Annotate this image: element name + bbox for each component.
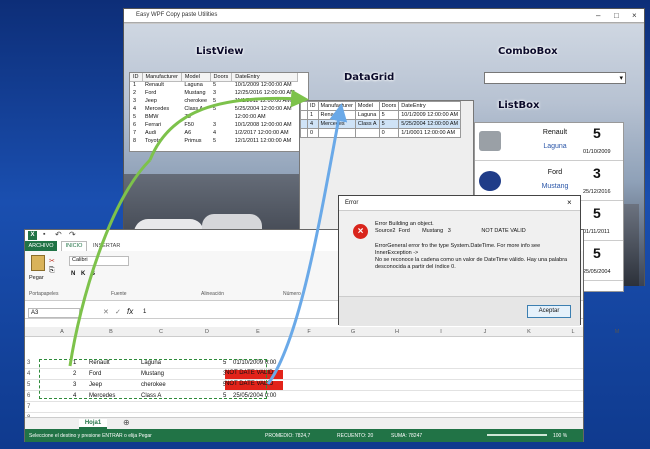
annotation-arrows [68, 89, 348, 385]
arrow-excel-to-listview [68, 158, 152, 367]
arrow-excel-to-datagrid [266, 103, 348, 385]
arrow-listview-to-datagrid [148, 89, 309, 161]
